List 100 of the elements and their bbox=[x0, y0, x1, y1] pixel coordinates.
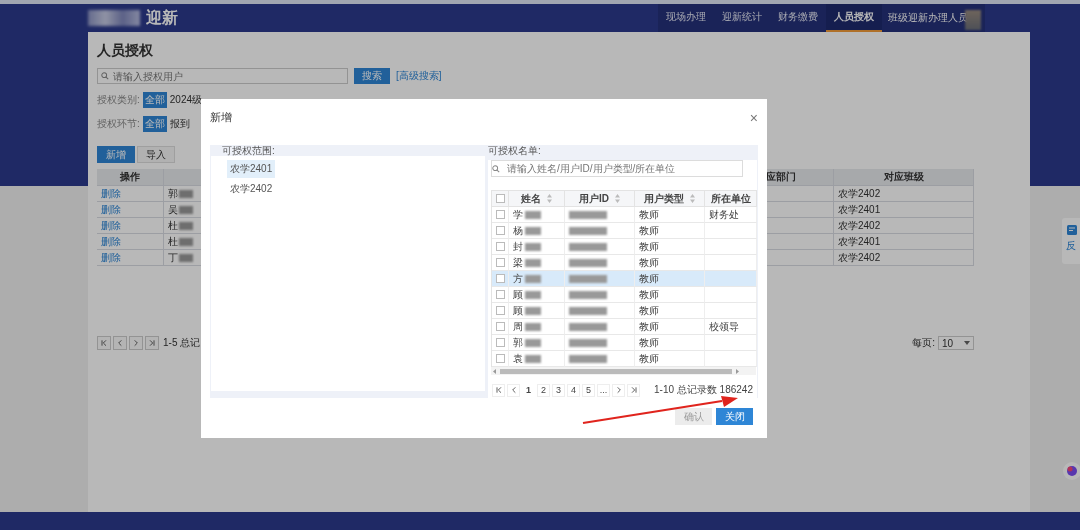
table-cell: 封 bbox=[513, 239, 523, 254]
page-button[interactable]: ... bbox=[597, 383, 610, 397]
sort-icon[interactable] bbox=[615, 194, 620, 203]
nav-tab[interactable]: 迎新统计 bbox=[714, 4, 770, 32]
table-cell: 教师 bbox=[635, 207, 705, 223]
page-title: 人员授权 bbox=[97, 42, 154, 60]
pager-next-button[interactable] bbox=[129, 336, 143, 350]
filter-tag[interactable]: 全部 bbox=[142, 116, 167, 132]
row-checkbox[interactable] bbox=[495, 354, 505, 363]
row-checkbox[interactable] bbox=[495, 226, 505, 235]
table-cell: 周 bbox=[513, 319, 523, 334]
scrollbar-thumb[interactable] bbox=[500, 368, 732, 374]
dialog-title: 新增 bbox=[210, 110, 232, 125]
row-checkbox[interactable] bbox=[495, 338, 505, 347]
row-checkbox[interactable] bbox=[495, 242, 505, 251]
table-cell: 学 bbox=[513, 207, 523, 222]
table-row[interactable]: 方 教师 bbox=[492, 271, 757, 287]
table-row[interactable]: 顾 教师 bbox=[492, 303, 757, 319]
table-cell: 教师 bbox=[635, 239, 705, 255]
first-page-icon bbox=[100, 339, 108, 347]
column-header: 姓名 bbox=[521, 191, 541, 206]
filter-option[interactable]: 报到 bbox=[169, 117, 190, 131]
table-cell: 农学2402 bbox=[834, 186, 974, 202]
per-page-select[interactable]: 10 bbox=[938, 336, 974, 350]
table-row[interactable]: 周 教师 校领导 bbox=[492, 319, 757, 335]
filter-option[interactable]: 2024级 bbox=[169, 93, 203, 107]
scroll-left-icon[interactable] bbox=[493, 368, 496, 374]
caret-icon bbox=[964, 341, 970, 345]
table-cell: 教师 bbox=[635, 303, 705, 319]
page-button[interactable]: 5 bbox=[582, 383, 595, 397]
row-checkbox[interactable] bbox=[495, 322, 505, 331]
blurred-text bbox=[525, 290, 541, 299]
nav-tab[interactable]: 人员授权 bbox=[826, 4, 882, 32]
assistant-icon[interactable] bbox=[1062, 461, 1080, 481]
delete-link[interactable]: 删除 bbox=[97, 218, 164, 234]
blurred-text bbox=[179, 237, 193, 246]
app-title: 迎新 bbox=[146, 7, 178, 28]
table-cell: 教师 bbox=[635, 319, 705, 335]
table-cell: 农学2401 bbox=[834, 234, 974, 250]
page-button[interactable]: 3 bbox=[552, 383, 565, 397]
nav-tab[interactable]: 现场办理 bbox=[658, 4, 714, 32]
delete-link[interactable]: 删除 bbox=[97, 250, 164, 266]
pager-prev-button[interactable] bbox=[113, 336, 127, 350]
table-cell: 郭 bbox=[513, 335, 523, 350]
table-row[interactable]: 杨 教师 bbox=[492, 223, 757, 239]
row-checkbox[interactable] bbox=[495, 274, 505, 283]
column-header: 用户类型 bbox=[644, 191, 684, 206]
name-search-field[interactable]: 请输入姓名/用户ID/用户类型/所在单位 bbox=[491, 160, 743, 177]
avatar[interactable] bbox=[965, 10, 981, 30]
feedback-tab[interactable]: 反 bbox=[1062, 218, 1080, 264]
blurred-text bbox=[525, 354, 541, 363]
table-cell: 吴 bbox=[168, 202, 178, 217]
table-cell: 梁 bbox=[513, 255, 523, 270]
blurred-text bbox=[525, 242, 541, 251]
page-button[interactable]: 4 bbox=[567, 383, 580, 397]
add-button[interactable]: 新增 bbox=[97, 146, 135, 163]
record-summary: 1-5 总记 bbox=[163, 336, 201, 350]
sort-icon[interactable] bbox=[547, 194, 552, 203]
blurred-text bbox=[569, 258, 607, 267]
close-button[interactable]: 关闭 bbox=[716, 408, 753, 425]
sort-icon[interactable] bbox=[690, 194, 695, 203]
nav-tab[interactable]: 财务缴费 bbox=[770, 4, 826, 32]
last-page-icon bbox=[629, 386, 638, 394]
search-field[interactable]: 请输入授权用户 bbox=[97, 68, 348, 84]
select-all-checkbox[interactable] bbox=[495, 194, 505, 203]
filter-label: 授权环节: bbox=[97, 117, 140, 131]
table-row[interactable]: 顾 教师 bbox=[492, 287, 757, 303]
horizontal-scrollbar[interactable] bbox=[491, 367, 756, 375]
first-page-icon bbox=[494, 386, 503, 394]
search-button[interactable]: 搜索 bbox=[354, 68, 390, 84]
previous-icon bbox=[116, 339, 124, 347]
table-row[interactable]: 郭 教师 bbox=[492, 335, 757, 351]
delete-link[interactable]: 删除 bbox=[97, 202, 164, 218]
row-checkbox[interactable] bbox=[495, 258, 505, 267]
import-button[interactable]: 导入 bbox=[137, 146, 175, 163]
delete-link[interactable]: 删除 bbox=[97, 234, 164, 250]
blurred-text bbox=[525, 210, 541, 219]
page-button[interactable]: 2 bbox=[537, 383, 550, 397]
row-checkbox[interactable] bbox=[495, 210, 505, 219]
table-row[interactable]: 学 教师 财务处 bbox=[492, 207, 757, 223]
blurred-text bbox=[525, 226, 541, 235]
row-checkbox[interactable] bbox=[495, 306, 505, 315]
scope-item[interactable]: 农学2401 bbox=[227, 160, 276, 178]
scope-item[interactable]: 农学2402 bbox=[227, 180, 276, 198]
blurred-text bbox=[569, 354, 607, 363]
blurred-text bbox=[179, 221, 193, 230]
scroll-right-icon[interactable] bbox=[736, 368, 739, 374]
table-cell: 杜 bbox=[168, 234, 178, 249]
pager-last-button[interactable] bbox=[145, 336, 159, 350]
table-cell: 财务处 bbox=[705, 207, 757, 223]
blurred-text bbox=[525, 306, 541, 315]
column-header: 用户ID bbox=[579, 191, 609, 206]
filter-tag[interactable]: 全部 bbox=[142, 92, 167, 108]
table-cell: 顾 bbox=[513, 287, 523, 302]
pager-first-button[interactable] bbox=[97, 336, 111, 350]
table-row[interactable]: 封 教师 bbox=[492, 239, 757, 255]
row-checkbox[interactable] bbox=[495, 290, 505, 299]
delete-link[interactable]: 删除 bbox=[97, 186, 164, 202]
search-icon bbox=[492, 164, 500, 173]
last-page-icon bbox=[148, 339, 156, 347]
